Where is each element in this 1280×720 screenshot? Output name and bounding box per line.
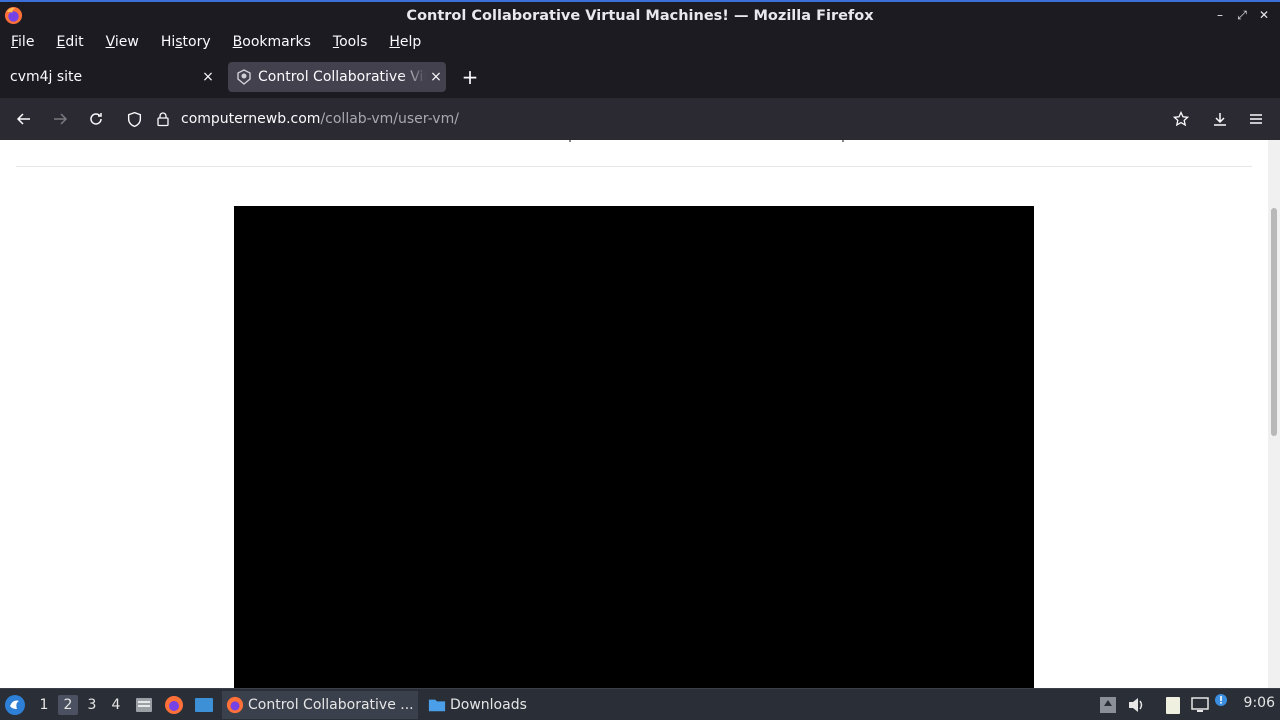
collabvm-favicon-icon	[237, 69, 251, 85]
url-path: /collab-vm/user-vm/	[320, 111, 459, 127]
minimize-icon[interactable]: –	[1212, 7, 1228, 23]
notification-icon[interactable]	[1214, 693, 1228, 707]
show-desktop-icon[interactable]	[194, 695, 214, 715]
vm-display-canvas[interactable]	[234, 206, 1034, 688]
downloads-button[interactable]	[1208, 107, 1232, 131]
menu-help[interactable]: Help	[378, 34, 432, 50]
scrollbar-thumb[interactable]	[1271, 208, 1277, 436]
network-icon[interactable]	[1190, 695, 1210, 715]
tab-close-icon[interactable]: ×	[198, 69, 218, 85]
task-label: Control Collaborative ...	[248, 697, 414, 713]
taskbar-task-firefox[interactable]: Control Collaborative ...	[222, 691, 418, 719]
menu-tools[interactable]: Tools	[322, 34, 379, 50]
menubar: File Edit View History Bookmarks Tools H…	[0, 29, 1280, 54]
bookmark-star-button[interactable]	[1169, 107, 1193, 131]
folder-icon	[428, 699, 446, 712]
horizontal-divider	[16, 166, 1252, 167]
tab-close-icon[interactable]: ×	[426, 69, 446, 85]
page-scrollbar[interactable]	[1268, 140, 1280, 688]
workspace-2[interactable]: 2	[58, 695, 78, 715]
back-arrow-icon	[16, 113, 30, 125]
url-bar[interactable]: computernewb.com/collab-vm/user-vm/	[118, 102, 1203, 136]
menu-file[interactable]: File	[0, 34, 45, 50]
tab-label: cvm4j site	[10, 69, 83, 85]
file-manager-launcher-icon[interactable]	[134, 695, 154, 715]
new-tab-button[interactable]: +	[458, 66, 482, 90]
start-menu-icon[interactable]	[4, 694, 26, 716]
tab-strip: cvm4j site × Control Collaborative Virtu…	[0, 54, 1280, 98]
window-titlebar: Control Collaborative Virtual Machines! …	[0, 0, 1280, 29]
lock-icon[interactable]	[155, 111, 171, 127]
shield-icon[interactable]	[126, 111, 143, 128]
download-icon	[1214, 113, 1226, 126]
url-host: computernewb.com	[181, 111, 321, 127]
navigation-toolbar: computernewb.com/collab-vm/user-vm/	[0, 98, 1280, 140]
page-content	[0, 140, 1268, 688]
menu-view[interactable]: View	[95, 34, 150, 50]
maximize-icon[interactable]: ⤢	[1234, 7, 1250, 23]
desktop-taskbar: 1 2 3 4 Control Collaborative ... Downlo…	[0, 688, 1280, 720]
page-text-fragment	[842, 140, 844, 142]
workspace-4[interactable]: 4	[106, 695, 126, 715]
reload-icon	[90, 113, 102, 125]
close-window-icon[interactable]: ✕	[1256, 7, 1272, 23]
firefox-icon	[226, 696, 244, 714]
workspace-3[interactable]: 3	[82, 695, 102, 715]
back-button[interactable]	[12, 107, 36, 131]
forward-arrow-icon	[54, 113, 68, 125]
taskbar-clock[interactable]: 9:06	[1244, 695, 1275, 711]
workspace-1[interactable]: 1	[34, 695, 54, 715]
hamburger-menu-icon	[1250, 114, 1262, 124]
tab-cvm4j-site[interactable]: cvm4j site ×	[0, 62, 222, 92]
menu-bookmarks[interactable]: Bookmarks	[222, 34, 322, 50]
window-controls: – ⤢ ✕	[1212, 7, 1272, 23]
taskbar-task-downloads[interactable]: Downloads	[424, 691, 544, 719]
menu-edit[interactable]: Edit	[45, 34, 94, 50]
volume-icon[interactable]	[1126, 695, 1146, 715]
window-title: Control Collaborative Virtual Machines! …	[406, 7, 874, 24]
tab-label: Control Collaborative Virtual Machines!	[258, 69, 426, 85]
forward-button[interactable]	[48, 107, 72, 131]
page-text-fragment	[569, 140, 571, 142]
star-icon	[1173, 111, 1189, 127]
menu-history[interactable]: History	[150, 34, 222, 50]
tray-updates-icon[interactable]	[1098, 695, 1118, 715]
url-text[interactable]: computernewb.com/collab-vm/user-vm/	[181, 111, 459, 127]
reload-button[interactable]	[84, 107, 108, 131]
firefox-launcher-icon[interactable]	[164, 695, 184, 715]
tab-collab-vm[interactable]: Control Collaborative Virtual Machines! …	[228, 62, 446, 92]
clipboard-icon[interactable]	[1163, 695, 1183, 715]
task-label: Downloads	[450, 697, 527, 713]
app-menu-button[interactable]	[1244, 107, 1268, 131]
firefox-logo-icon	[4, 6, 23, 25]
